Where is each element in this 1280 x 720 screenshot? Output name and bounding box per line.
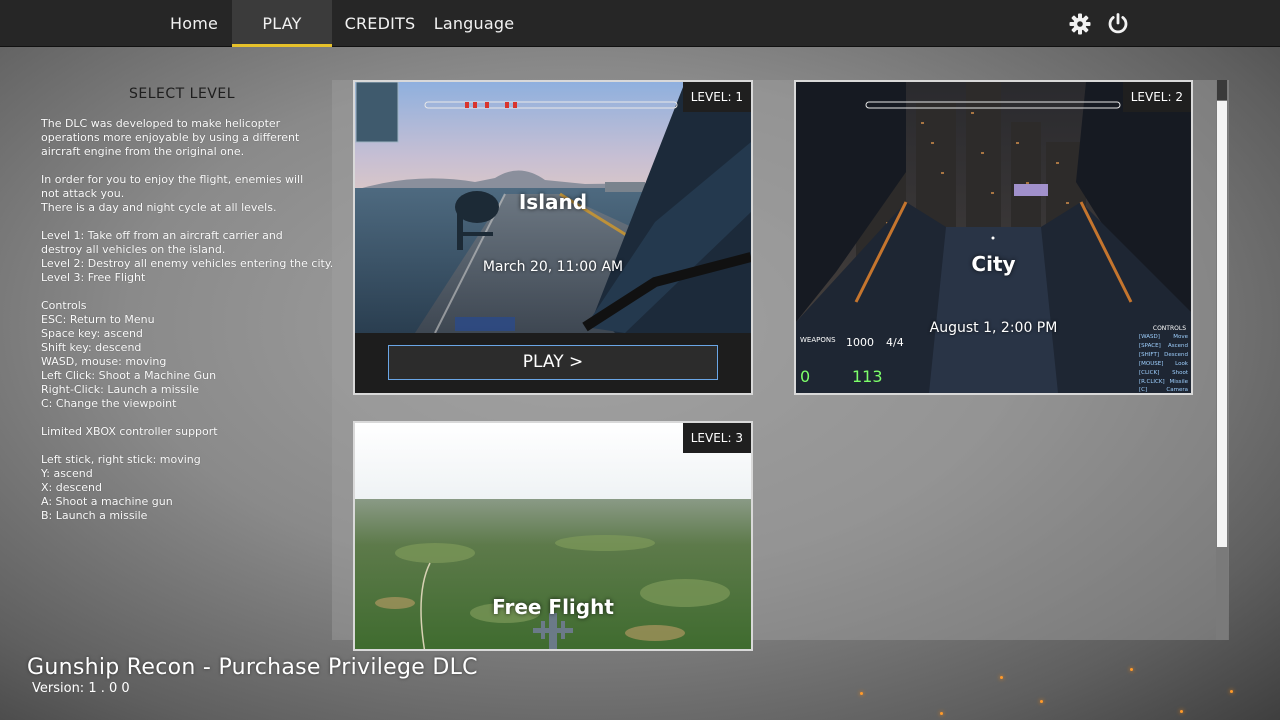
ember-spark — [1230, 690, 1233, 693]
game-title: Gunship Recon - Purchase Privilege DLC — [27, 655, 478, 680]
ember-spark — [940, 712, 943, 715]
level-badge: LEVEL: 3 — [682, 423, 751, 453]
hud-key: [R.CLICK] — [1139, 379, 1165, 385]
level-time: March 20, 11:00 AM — [482, 259, 624, 275]
hud-action: Shoot — [1172, 370, 1189, 376]
hud-key: [C] — [1139, 387, 1147, 393]
hud-speed: 0 — [800, 367, 810, 386]
play-button[interactable]: PLAY > — [388, 345, 718, 380]
hud-weapons-label: WEAPONS — [800, 336, 836, 344]
version-label: Version: 1 . 0 0 — [32, 681, 130, 696]
level-badge: LEVEL: 1 — [682, 82, 751, 112]
scrollbar-thumb[interactable] — [1217, 101, 1227, 547]
ember-spark — [1000, 676, 1003, 679]
hud-action: Descend — [1164, 352, 1188, 358]
level-card-free-flight[interactable]: LEVEL: 3 Free Flight — [353, 421, 753, 651]
level-badge: LEVEL: 2 — [1122, 82, 1191, 112]
hud-action: Missile — [1170, 379, 1189, 385]
ember-spark — [1180, 710, 1183, 713]
gear-icon[interactable] — [1068, 12, 1092, 36]
hud-altitude: 113 — [852, 367, 883, 386]
hud-missiles: 4/4 — [886, 336, 904, 349]
select-level-title: SELECT LEVEL — [128, 86, 236, 102]
scroll-up-button[interactable] — [1217, 80, 1227, 100]
power-icon[interactable] — [1106, 12, 1130, 36]
nav-play[interactable]: PLAY — [232, 0, 332, 47]
hud-ammo: 1000 — [846, 336, 874, 349]
nav-home[interactable]: Home — [160, 0, 228, 47]
level-name: Free Flight — [492, 595, 614, 619]
hud-key: [CLICK] — [1139, 370, 1159, 376]
hud-key: [MOUSE] — [1139, 361, 1163, 367]
hud-key: [SPACE] — [1139, 343, 1161, 349]
city-thumbnail: WEAPONS 1000 4/4 0 113 CONTROLS [WASD] [… — [796, 82, 1191, 393]
nav-credits[interactable]: CREDITS — [342, 0, 418, 47]
level-name: City — [971, 252, 1016, 276]
level-name: Island — [518, 190, 588, 214]
hud-action: Ascend — [1168, 343, 1188, 349]
ember-spark — [1130, 668, 1133, 671]
nav-language[interactable]: Language — [428, 0, 520, 47]
level-card-city[interactable]: WEAPONS 1000 4/4 0 113 CONTROLS [WASD] [… — [794, 80, 1193, 395]
top-nav-bar: Home PLAY CREDITS Language — [0, 0, 1280, 47]
level-time: August 1, 2:00 PM — [929, 320, 1058, 336]
hud-action: Camera — [1166, 387, 1188, 393]
ember-spark — [860, 692, 863, 695]
level-card-island[interactable]: LEVEL: 1 Island March 20, 11:00 AM PLAY … — [353, 80, 753, 395]
hud-key: [SHIFT] — [1139, 352, 1159, 358]
ember-spark — [1040, 700, 1043, 703]
level-description: The DLC was developed to make helicopter… — [41, 117, 334, 522]
hud-action: Look — [1175, 361, 1189, 367]
